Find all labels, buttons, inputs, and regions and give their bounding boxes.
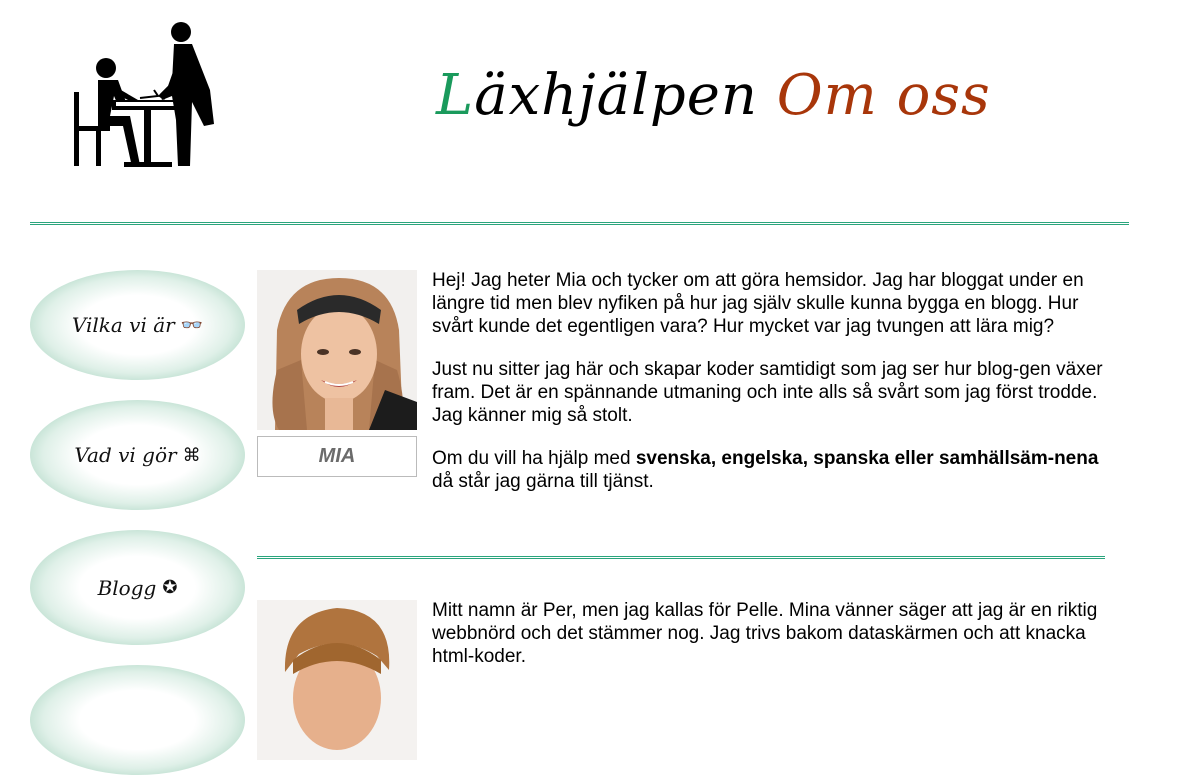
title-first-letter: L <box>436 63 475 128</box>
profile-bio-mia: Hej! Jag heter Mia och tycker om att gör… <box>432 269 1107 513</box>
nav-button-vad-vi-gor[interactable]: Vad vi gör ⌘ <box>30 400 245 510</box>
nav-button-vilka-vi-ar[interactable]: Vilka vi är 👓 <box>30 270 245 380</box>
bio-paragraph: Hej! Jag heter Mia och tycker om att gör… <box>432 270 1084 337</box>
profile-name-caption: MIA <box>257 436 417 477</box>
nav-button-blogg[interactable]: Blogg ✪ <box>30 530 245 645</box>
site-name: äxhjälpen <box>474 63 758 128</box>
profile-divider <box>257 556 1105 559</box>
page-title: Läxhjälpen Om oss <box>436 58 991 134</box>
site-logo <box>68 20 224 170</box>
glasses-icon: 👓 <box>180 314 204 336</box>
bio-paragraph: Mitt namn är Per, men jag kallas för Pel… <box>432 600 1098 667</box>
profile-photo-mia <box>257 270 417 430</box>
help-suffix: då står jag gärna till tjänst. <box>432 471 654 492</box>
profile-photo-per <box>257 600 417 760</box>
nav-button-4[interactable] <box>30 665 245 775</box>
command-key-icon: ⌘ <box>182 444 201 466</box>
profile-bio-per: Mitt namn är Per, men jag kallas för Pel… <box>432 599 1107 688</box>
help-prefix: Om du vill ha hjälp med <box>432 448 636 469</box>
bio-paragraph: Just nu sitter jag här och skapar koder … <box>432 359 1103 426</box>
current-page-name: Om oss <box>776 63 991 128</box>
star-circle-icon: ✪ <box>162 577 178 598</box>
nav-button-label: Blogg <box>97 575 157 600</box>
header-divider <box>30 222 1129 225</box>
nav-button-label: Vilka vi är <box>71 313 175 337</box>
bio-help-paragraph: Om du vill ha hjälp med svenska, engelsk… <box>432 447 1107 493</box>
help-subjects: svenska, engelska, spanska eller samhäll… <box>635 448 1099 469</box>
tutor-at-desk-logo-icon <box>74 22 214 167</box>
nav-button-label: Vad vi gör <box>74 443 177 467</box>
